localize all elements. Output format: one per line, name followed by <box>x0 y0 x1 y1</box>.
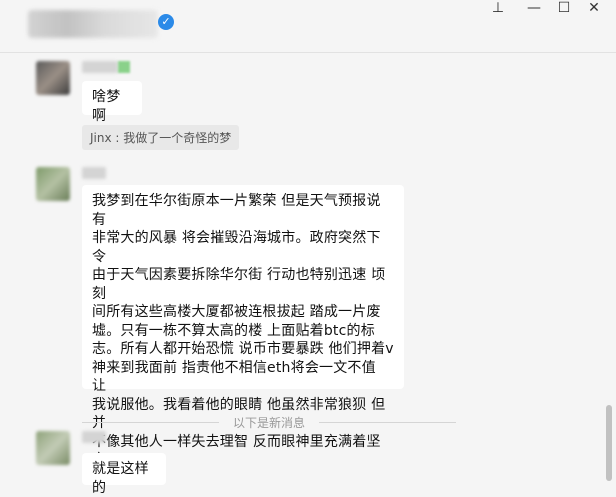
chat-title <box>28 10 158 38</box>
new-messages-divider: 以下是新消息 <box>82 415 457 430</box>
sender-name <box>82 167 106 179</box>
maximize-icon[interactable]: ☐ <box>550 0 578 16</box>
verified-icon: ✓ <box>158 14 174 30</box>
avatar[interactable] <box>36 431 70 465</box>
message-line: 神来到我面前 指责他不相信eth将会一文不值 让 <box>92 359 376 395</box>
close-icon[interactable]: ✕ <box>580 0 608 16</box>
divider-label: 以下是新消息 <box>233 415 306 430</box>
sender-name <box>82 431 106 443</box>
message-bubble[interactable]: 就是这样的 <box>82 453 166 496</box>
title-bar: ✓ ⊥ — ☐ ✕ <box>0 0 616 53</box>
message-list[interactable]: 啥梦啊 Jinx : 我做了一个奇怪的梦 我梦到在华尔街原本一片繁荣 但是天气预… <box>0 53 604 496</box>
message-text: 啥梦啊 <box>92 89 121 124</box>
minimize-icon[interactable]: — <box>520 0 548 16</box>
message-bubble[interactable]: 啥梦啊 <box>82 81 142 124</box>
message-line: 我梦到在华尔街原本一片繁荣 但是天气预报说有 <box>92 193 381 228</box>
scrollbar[interactable] <box>606 405 612 481</box>
message-line: 墟。只有一栋不算太高的楼 上面贴着btc的标 <box>92 322 375 339</box>
avatar[interactable] <box>36 61 70 95</box>
message-line: 由于天气因素要拆除华尔街 行动也特别迅速 顷刻 <box>92 267 386 302</box>
sender-name-tag <box>118 61 130 73</box>
quoted-message[interactable]: Jinx : 我做了一个奇怪的梦 <box>82 125 240 150</box>
message-line: 志。所有人都开始恐慌 说币市要暴跌 他们押着v <box>92 341 394 357</box>
quote-text: Jinx : 我做了一个奇怪的梦 <box>90 131 232 145</box>
sender-name <box>82 61 118 73</box>
message-line: 非常大的风暴 将会摧毁沿海城市。政府突然下令 <box>92 230 381 265</box>
divider-line <box>82 421 219 423</box>
pin-icon[interactable]: ⊥ <box>484 0 512 16</box>
divider-line <box>319 421 457 423</box>
message-line: 间所有这些高楼大厦都被连根拔起 踏成一片废 <box>92 304 381 320</box>
avatar[interactable] <box>36 167 70 201</box>
message-text: 就是这样的 <box>92 461 149 496</box>
message-bubble[interactable]: 我梦到在华尔街原本一片繁荣 但是天气预报说有 非常大的风暴 将会摧毁沿海城市。政… <box>82 185 404 487</box>
